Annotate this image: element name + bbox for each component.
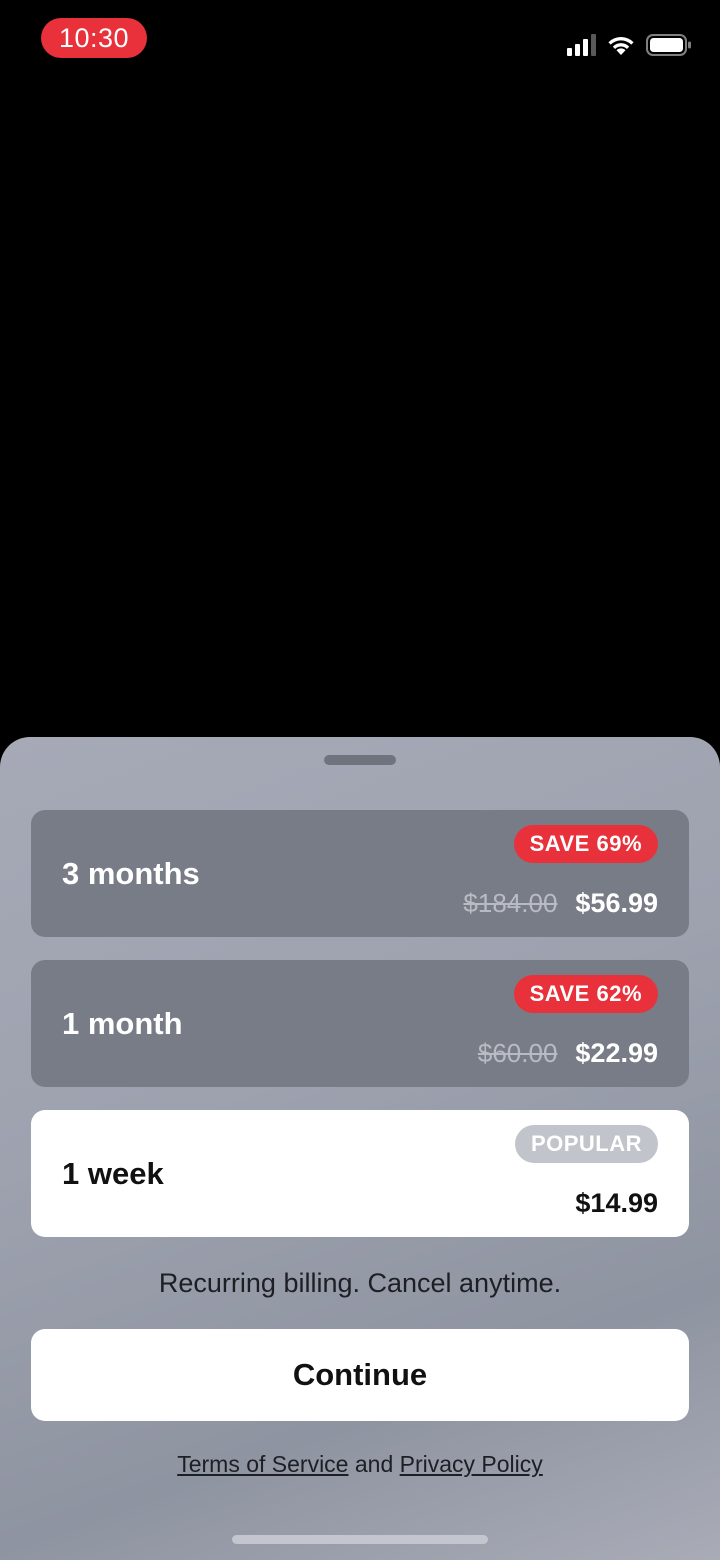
- legal-and-text: and: [354, 1451, 394, 1477]
- continue-button[interactable]: Continue: [31, 1329, 689, 1421]
- plan-price: $22.99: [575, 1037, 658, 1068]
- plan-option-3-months[interactable]: 3 months SAVE 69% $184.00 $56.99: [31, 810, 689, 937]
- sheet-grabber[interactable]: [324, 755, 396, 765]
- wifi-icon: [608, 36, 634, 55]
- plan-title: 1 week: [62, 1155, 164, 1191]
- privacy-policy-link[interactable]: Privacy Policy: [400, 1451, 543, 1477]
- screen: 10:30 3 months SAVE 69% $184.00 $56.99 1…: [0, 0, 720, 1560]
- home-indicator[interactable]: [232, 1535, 488, 1544]
- subscription-sheet: 3 months SAVE 69% $184.00 $56.99 1 month…: [0, 737, 720, 1560]
- plan-prices: $184.00 $56.99: [463, 883, 658, 923]
- plan-option-1-month[interactable]: 1 month SAVE 62% $60.00 $22.99: [31, 960, 689, 1087]
- terms-of-service-link[interactable]: Terms of Service: [177, 1451, 348, 1477]
- plan-title: 3 months: [62, 855, 200, 891]
- save-badge: SAVE 69%: [513, 825, 658, 863]
- battery-icon: [646, 34, 691, 56]
- plan-prices: $60.00 $22.99: [478, 1033, 658, 1073]
- plan-price: $56.99: [575, 887, 658, 918]
- plan-option-1-week[interactable]: 1 week POPULAR $14.99: [31, 1110, 689, 1237]
- plan-price: $14.99: [575, 1187, 658, 1218]
- original-price: $184.00: [463, 887, 558, 918]
- billing-note: Recurring billing. Cancel anytime.: [158, 1268, 562, 1298]
- cellular-signal-icon: [567, 34, 596, 56]
- status-time[interactable]: 10:30: [41, 18, 147, 58]
- save-badge: SAVE 62%: [513, 975, 658, 1013]
- plan-prices: $14.99: [575, 1183, 658, 1223]
- original-price: $60.00: [477, 1037, 558, 1068]
- popular-badge: POPULAR: [514, 1125, 658, 1163]
- status-icons: [567, 30, 692, 60]
- status-bar: 10:30: [0, 0, 720, 80]
- legal-links: Terms of Service and Privacy Policy: [0, 1451, 720, 1478]
- plan-title: 1 month: [62, 1005, 183, 1041]
